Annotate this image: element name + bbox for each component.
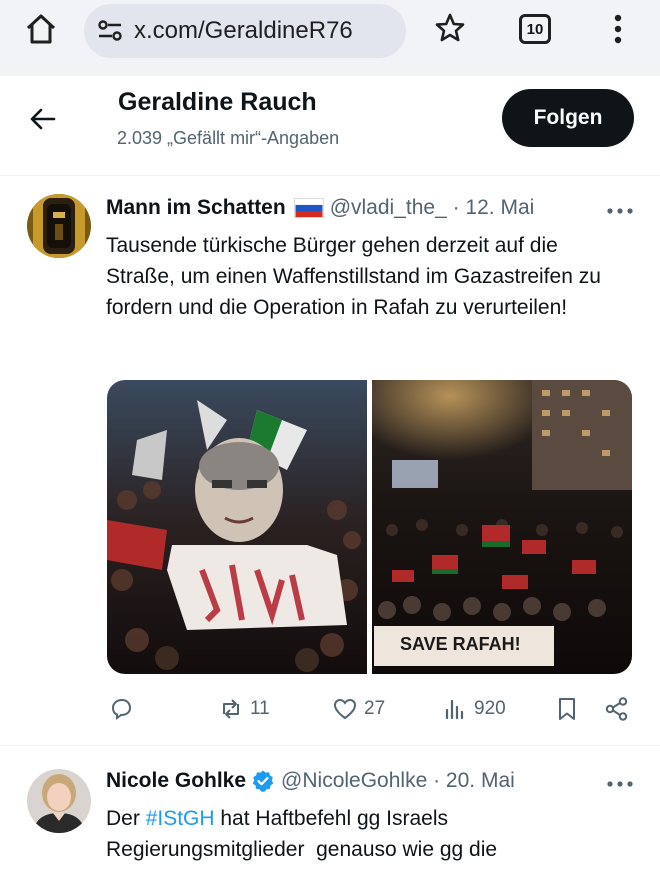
hashtag-link[interactable]: #IStGH xyxy=(146,807,215,830)
share-icon xyxy=(605,697,628,721)
tweet-text: Tausende türkische Bürger gehen derzeit … xyxy=(106,234,601,319)
author-name[interactable]: Nicole Gohlke xyxy=(106,769,246,793)
handle-date[interactable]: @NicoleGohlke · 20. Mai xyxy=(281,769,515,793)
author-name[interactable]: Mann im Schatten xyxy=(106,196,286,220)
browser-toolbar: x.com/GeraldineR76 10 xyxy=(0,0,660,76)
tweet[interactable]: Nicole Gohlke @NicoleGohlke · 20. Mai De… xyxy=(0,747,660,880)
more-options-icon[interactable] xyxy=(606,206,634,216)
reply-button[interactable] xyxy=(108,696,140,722)
banner-text: SAVE RAFAH! xyxy=(400,634,521,654)
address-bar[interactable]: x.com/GeraldineR76 xyxy=(84,4,406,58)
tweet-header: Nicole Gohlke @NicoleGohlke · 20. Mai xyxy=(106,769,515,793)
tabs-icon[interactable]: 10 xyxy=(519,14,551,44)
site-settings-icon[interactable] xyxy=(96,17,124,45)
star-icon[interactable] xyxy=(434,12,466,44)
tweet-media[interactable]: SAVE RAFAH! xyxy=(107,380,632,674)
bookmark-button[interactable] xyxy=(554,696,580,722)
tweet-text-before: Der xyxy=(106,807,146,830)
like-button[interactable]: 27 xyxy=(332,696,385,722)
profile-header: Geraldine Rauch 2.039 „Gefällt mir“-Anga… xyxy=(0,76,660,176)
views-button[interactable]: 920 xyxy=(442,696,506,722)
reply-icon xyxy=(111,698,132,720)
views-count: 920 xyxy=(474,698,506,719)
protest-photo-right[interactable]: SAVE RAFAH! xyxy=(372,380,632,674)
bookmark-icon xyxy=(559,698,575,720)
avatar[interactable] xyxy=(27,194,91,258)
russia-flag-icon xyxy=(293,198,324,218)
profile-name: Geraldine Rauch xyxy=(118,88,317,116)
more-options-icon[interactable] xyxy=(606,779,634,789)
avatar[interactable] xyxy=(27,769,91,833)
back-arrow-icon[interactable] xyxy=(28,104,58,134)
handle-date[interactable]: @vladi_the_ · 12. Mai xyxy=(330,196,535,220)
share-button[interactable] xyxy=(604,696,630,722)
kebab-menu-icon[interactable] xyxy=(606,12,630,46)
tweet[interactable]: Mann im Schatten @vladi_the_ · 12. Mai T… xyxy=(0,176,660,746)
tweet-header: Mann im Schatten @vladi_the_ · 12. Mai xyxy=(106,196,534,220)
tweet-actions: 11 27 920 xyxy=(0,696,660,730)
repost-icon xyxy=(223,699,239,719)
home-icon[interactable] xyxy=(24,12,58,46)
repost-button[interactable]: 11 xyxy=(218,696,270,722)
protest-photo-left[interactable] xyxy=(107,380,367,674)
follow-button[interactable]: Folgen xyxy=(502,89,634,147)
verified-badge-icon xyxy=(252,770,274,792)
tweet-text: Der #IStGH hat Haftbefehl gg Israels Reg… xyxy=(106,803,626,865)
repost-count: 11 xyxy=(250,698,270,719)
heart-icon xyxy=(333,698,357,720)
like-count: 27 xyxy=(364,698,386,719)
likes-count: 2.039 „Gefällt mir“-Angaben xyxy=(117,128,340,148)
views-icon xyxy=(445,699,464,720)
url-text[interactable]: x.com/GeraldineR76 xyxy=(134,17,353,45)
